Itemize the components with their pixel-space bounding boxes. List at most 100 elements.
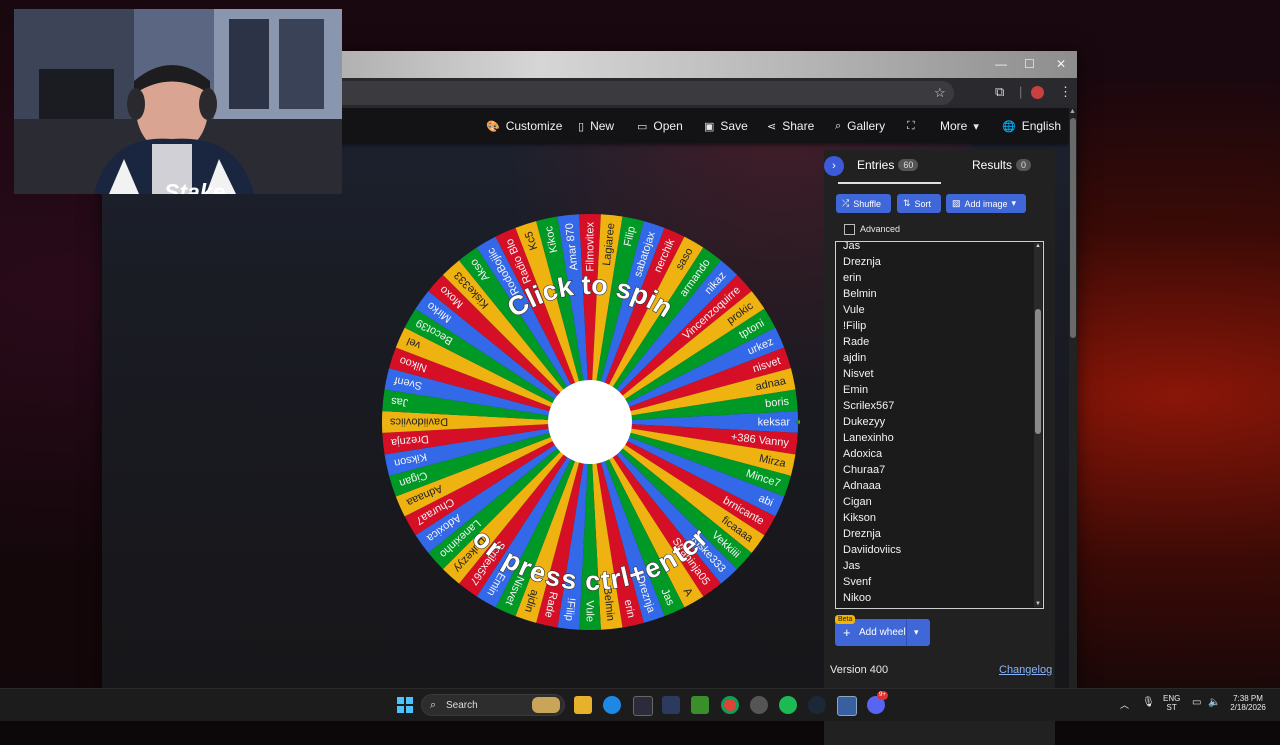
entry-item: Adnaaa (843, 480, 881, 492)
tray-chevron-icon[interactable]: ︿ (1120, 698, 1129, 711)
active-app-icon[interactable] (837, 696, 857, 716)
close-button[interactable]: ✕ (1056, 57, 1066, 71)
entry-item: Daviidoviics (843, 544, 902, 556)
entry-item: Adoxica (843, 448, 883, 460)
webcam-overlay: Stake (14, 9, 342, 194)
share-button[interactable]: ⋖ Share (767, 117, 814, 135)
share-icon: ⋖ (767, 120, 777, 133)
page-scrollbar[interactable]: ▲ (1069, 108, 1077, 688)
open-label: Open (653, 119, 683, 133)
open-button[interactable]: ▭ Open (637, 117, 683, 135)
volume-icon[interactable]: 🔈 (1208, 697, 1220, 708)
shuffle-button[interactable]: ⤮ Shuffle (836, 194, 891, 213)
entry-item: Lanexinho (843, 432, 894, 444)
webcam-image (14, 9, 342, 194)
date-label: 2/18/2026 (1230, 703, 1266, 712)
wheel-segment-label: !Filip (563, 597, 577, 621)
bookmark-star-icon[interactable]: ☆ (934, 85, 946, 101)
image-icon: ▨ (952, 198, 961, 208)
discord-icon[interactable]: 9+ (867, 691, 888, 714)
chrome-icon[interactable] (721, 696, 739, 714)
wheel-page: 🎨 Customize ▯ New ▭ Open ▣ Save ⋖ Share … (102, 108, 1069, 745)
plus-icon: + (843, 625, 851, 640)
tab-entries[interactable]: Entries 60 (857, 158, 919, 172)
save-button[interactable]: ▣ Save (704, 117, 748, 135)
scrollbar-thumb[interactable] (1035, 309, 1041, 434)
entry-item: Dreznja (843, 256, 881, 268)
taskbar-search[interactable]: ⌕ Search (421, 694, 565, 716)
store-icon[interactable] (633, 696, 653, 716)
entry-item: Jas (843, 241, 861, 252)
advanced-checkbox[interactable] (844, 224, 855, 235)
lang-top: ENG (1163, 694, 1181, 703)
windows-start-icon[interactable] (396, 696, 414, 714)
app-icon[interactable] (662, 696, 680, 714)
profile-avatar[interactable] (1031, 86, 1044, 99)
scroll-down-icon[interactable]: ▼ (1035, 601, 1041, 607)
stake-logo: Stake (164, 179, 226, 194)
clock[interactable]: 7:38 PM 2/18/2026 (1228, 694, 1268, 712)
fullscreen-icon: ⛶ (907, 119, 915, 132)
active-tab-indicator (838, 182, 941, 184)
beta-badge: Beta (835, 615, 856, 624)
microphone-icon[interactable]: 🎙 (1142, 697, 1155, 708)
wheel-center-hub[interactable] (548, 380, 632, 464)
language-button[interactable]: 🌐 English (1002, 117, 1061, 135)
entry-item: Cigan (843, 496, 872, 508)
extensions-icon[interactable]: ⧉ (995, 84, 1004, 100)
entry-item: Belmin (843, 288, 877, 300)
more-menu-button[interactable]: More ▾ (940, 117, 979, 135)
sort-label: Sort (914, 198, 932, 209)
maximize-button[interactable]: ☐ (1024, 57, 1035, 71)
sort-button[interactable]: ⇅ Sort (897, 194, 941, 213)
steam-icon[interactable] (808, 696, 826, 714)
caret-down-icon[interactable]: ▾ (914, 627, 919, 638)
lang-bottom: ST (1166, 703, 1177, 712)
palette-icon: 🎨 (486, 120, 500, 133)
network-icon[interactable]: ▭ (1192, 697, 1201, 708)
spin-wheel[interactable]: keksar +386 Vanny Mirza Mince7 abi brnicante f… (380, 212, 800, 632)
browser-menu-icon[interactable]: ⋮ (1059, 84, 1072, 100)
entries-textarea[interactable]: ▲ ▼ Jas Dreznja erin Belmin Vule !Filip Rade aj… (835, 241, 1044, 609)
spotify-icon[interactable] (779, 696, 797, 714)
entries-count-badge: 60 (898, 159, 919, 171)
language-indicator[interactable]: ENG ST (1163, 694, 1180, 712)
entry-item: Churaa7 (843, 464, 886, 476)
scroll-up-icon[interactable]: ▲ (1069, 108, 1076, 115)
language-label: English (1021, 119, 1062, 133)
search-label: Search (446, 700, 478, 711)
minimize-button[interactable]: — (995, 57, 1007, 71)
page-scrollbar-thumb[interactable] (1070, 118, 1076, 338)
file-explorer-icon[interactable] (574, 696, 592, 714)
changelog-link[interactable]: Changelog (999, 664, 1052, 676)
tab-results[interactable]: Results 0 (972, 158, 1032, 172)
folder-icon: ▭ (637, 120, 648, 133)
minecraft-icon[interactable] (691, 696, 709, 714)
add-image-button[interactable]: ▨ Add image ▾ (946, 194, 1026, 213)
new-button[interactable]: ▯ New (578, 117, 614, 135)
caret-down-icon: ▾ (973, 120, 979, 133)
search-icon: ⌕ (835, 119, 842, 132)
windows-taskbar: ⌕ Search 9+ ︿ 🎙 ENG ST ▭ 🔈 7:38 PM 2/18/… (0, 688, 1280, 721)
fullscreen-button[interactable]: ⛶ (907, 117, 915, 135)
new-label: New (590, 119, 615, 133)
shuffle-icon: ⤮ (842, 198, 850, 208)
weather-widget-icon[interactable] (532, 697, 560, 713)
wheel-segment-label: Daviidoviics (390, 416, 449, 428)
entry-item: Dreznja (843, 528, 881, 540)
entry-item: Svenf (843, 576, 872, 588)
customize-button[interactable]: 🎨 Customize (486, 117, 562, 135)
version-label: Version 400 (830, 664, 889, 676)
save-icon: ▣ (704, 120, 715, 133)
entries-tab-label: Entries (857, 158, 895, 172)
gallery-button[interactable]: ⌕ Gallery (835, 117, 885, 135)
scroll-up-icon[interactable]: ▲ (1035, 243, 1041, 249)
results-count-badge: 0 (1016, 159, 1032, 171)
caret-down-icon: ▾ (1011, 198, 1017, 208)
entries-scrollbar[interactable]: ▲ ▼ (1034, 243, 1042, 607)
entry-item: Nisvet (843, 368, 874, 380)
collapse-sidebar-button[interactable]: › (824, 156, 844, 176)
obs-icon[interactable] (750, 696, 768, 714)
edge-icon[interactable] (603, 696, 621, 714)
shuffle-label: Shuffle (853, 198, 882, 209)
